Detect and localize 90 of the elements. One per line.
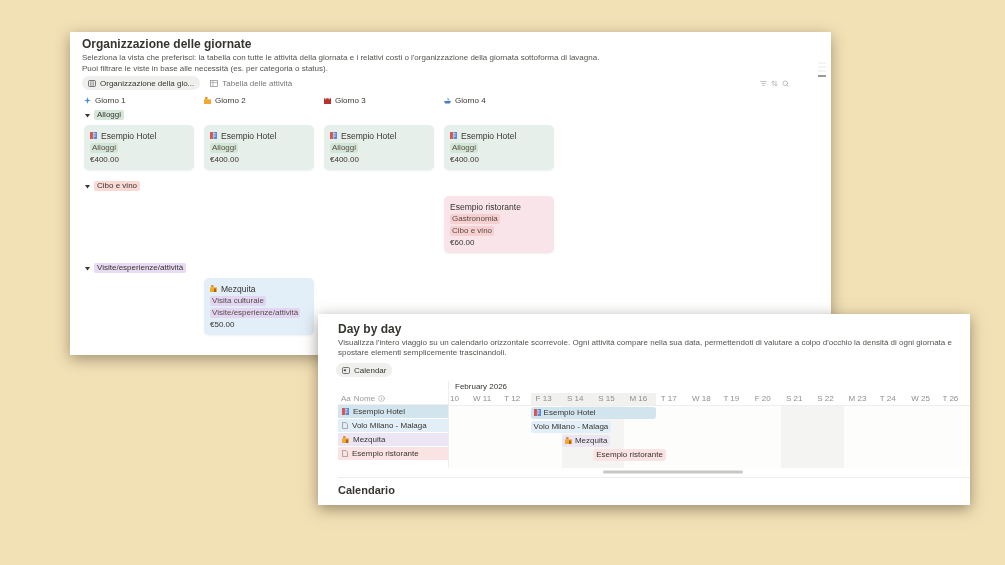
section-title: Calendario bbox=[338, 483, 396, 497]
category-tag: Alloggi bbox=[90, 143, 118, 153]
day-label: S 22 bbox=[816, 393, 835, 405]
day-label: M 16 bbox=[624, 392, 656, 405]
board-icon bbox=[88, 79, 96, 87]
group-tag: Alloggi bbox=[94, 110, 124, 120]
day-label: W 18 bbox=[691, 393, 712, 405]
view-tab[interactable]: Calendar bbox=[336, 363, 393, 377]
view-tab[interactable]: Organizzazione della gio... bbox=[82, 76, 201, 90]
info-icon[interactable] bbox=[378, 394, 386, 402]
activity-card[interactable]: Esempio Hotel Alloggi €400.00 bbox=[324, 125, 434, 170]
toggle-triangle-icon[interactable] bbox=[85, 265, 90, 271]
hotel-icon bbox=[450, 132, 457, 139]
sparkle-icon bbox=[84, 96, 91, 104]
day-label: T 12 bbox=[503, 393, 522, 405]
text-type-icon: Aa bbox=[341, 393, 351, 403]
event-bar[interactable]: Volo Milano - Malaga bbox=[530, 420, 612, 433]
category-tag: Gastronomia bbox=[450, 214, 500, 224]
day-label: T 19 bbox=[722, 393, 741, 405]
page-icon bbox=[342, 421, 348, 429]
category-tag: Alloggi bbox=[450, 143, 478, 153]
card-price: €400.00 bbox=[450, 155, 480, 165]
event-bar[interactable]: Esempio ristorante bbox=[593, 448, 666, 461]
day-label: S 14 bbox=[561, 392, 594, 405]
card-title: Esempio Hotel bbox=[461, 130, 517, 141]
page-title: Organizzazione delle giornate bbox=[82, 37, 253, 52]
card-title: Esempio ristorante bbox=[450, 201, 521, 212]
group-tag: Visite/esperienze/attività bbox=[94, 263, 187, 273]
description: Puoi filtrare le viste in base alle necessità (es. per categoria o status). bbox=[82, 63, 329, 74]
day-label: W 11 bbox=[472, 393, 493, 405]
day-label: M 23 bbox=[847, 393, 868, 405]
toggle-triangle-icon[interactable] bbox=[85, 112, 90, 118]
card-price: €400.00 bbox=[330, 155, 360, 165]
section-title: Day by day bbox=[338, 322, 403, 336]
day-label: T 26 bbox=[941, 393, 960, 405]
card-title: Esempio Hotel bbox=[341, 130, 397, 141]
calendar-icon bbox=[342, 366, 350, 374]
view-tab[interactable]: Tabella delle attività bbox=[204, 76, 299, 90]
day-label: T 24 bbox=[878, 393, 897, 405]
card-title: Esempio Hotel bbox=[101, 130, 157, 141]
category-tag: Visita culturale bbox=[210, 296, 266, 306]
day-label: W 25 bbox=[910, 393, 931, 405]
activity-card[interactable]: Mezquita Visita culturale Visite/esperienze/attività €50.00 bbox=[204, 278, 314, 335]
activity-card[interactable]: Esempio Hotel Alloggi €400.00 bbox=[84, 125, 194, 170]
card-price: €400.00 bbox=[90, 155, 120, 165]
building-icon bbox=[210, 285, 217, 292]
hotel-icon bbox=[90, 132, 97, 139]
boat-icon bbox=[444, 96, 451, 104]
table-icon bbox=[210, 79, 219, 87]
castle-icon bbox=[324, 96, 331, 104]
card-title: Esempio Hotel bbox=[221, 130, 277, 141]
activity-card[interactable]: Esempio Hotel Alloggi €400.00 bbox=[444, 125, 554, 170]
hotel-icon bbox=[342, 407, 349, 415]
activity-card[interactable]: Esempio ristorante Gastronomia Cibo e vino €60.00 bbox=[444, 196, 554, 253]
column-label: Giorno 1 bbox=[95, 95, 126, 105]
category-tag: Cibo e vino bbox=[450, 226, 495, 236]
building-icon bbox=[204, 96, 211, 104]
day-label: S 15 bbox=[593, 392, 625, 405]
card-price: €50.00 bbox=[210, 320, 236, 330]
column-label: Giorno 4 bbox=[455, 95, 486, 105]
description: Seleziona la vista che preferisci: la tabella con tutte le attività della giornata e i relativi costi o l'organizzazione della giornata sottoforma di lavagna. bbox=[82, 52, 601, 63]
group-tag: Cibo e vino bbox=[94, 181, 141, 191]
day-label: F 20 bbox=[753, 393, 772, 405]
hotel-icon bbox=[210, 132, 217, 139]
day-label: S 21 bbox=[784, 393, 804, 405]
building-icon bbox=[564, 437, 572, 444]
page-icon bbox=[342, 449, 348, 457]
toggle-triangle-icon[interactable] bbox=[85, 183, 90, 189]
month-label: February 2026 bbox=[454, 381, 509, 393]
event-bar[interactable]: Esempio Hotel bbox=[530, 406, 656, 419]
day-label: 10 bbox=[449, 393, 460, 405]
card-price: €400.00 bbox=[210, 155, 240, 165]
column-label: Giorno 3 bbox=[335, 95, 366, 105]
day-label: T 17 bbox=[659, 393, 678, 405]
sort-icon[interactable] bbox=[771, 79, 778, 87]
hotel-icon bbox=[533, 409, 541, 416]
category-tag: Visite/esperienze/attività bbox=[210, 308, 301, 318]
building-icon bbox=[342, 435, 349, 443]
category-tag: Alloggi bbox=[330, 143, 358, 153]
description: Visualizza l'intero viaggio su un calendario orizzontale scorrevole. Ogni attività compare nella sua data, permettendoti di valutare a colpo d'occhio la densità di ogni giornata e spostare elementi semplicemente trascinandoli. bbox=[338, 338, 953, 358]
filter-icon[interactable] bbox=[760, 79, 767, 87]
outline-drawing[interactable] bbox=[818, 62, 826, 80]
day-label: F 13 bbox=[530, 392, 562, 405]
search-icon[interactable] bbox=[782, 79, 789, 87]
card-title: Mezquita bbox=[221, 283, 256, 294]
card-price: €60.00 bbox=[450, 238, 476, 248]
column-label: Giorno 2 bbox=[215, 95, 246, 105]
category-tag: Alloggi bbox=[210, 143, 238, 153]
activity-card[interactable]: Esempio Hotel Alloggi €400.00 bbox=[204, 125, 314, 170]
hotel-icon bbox=[330, 132, 337, 139]
